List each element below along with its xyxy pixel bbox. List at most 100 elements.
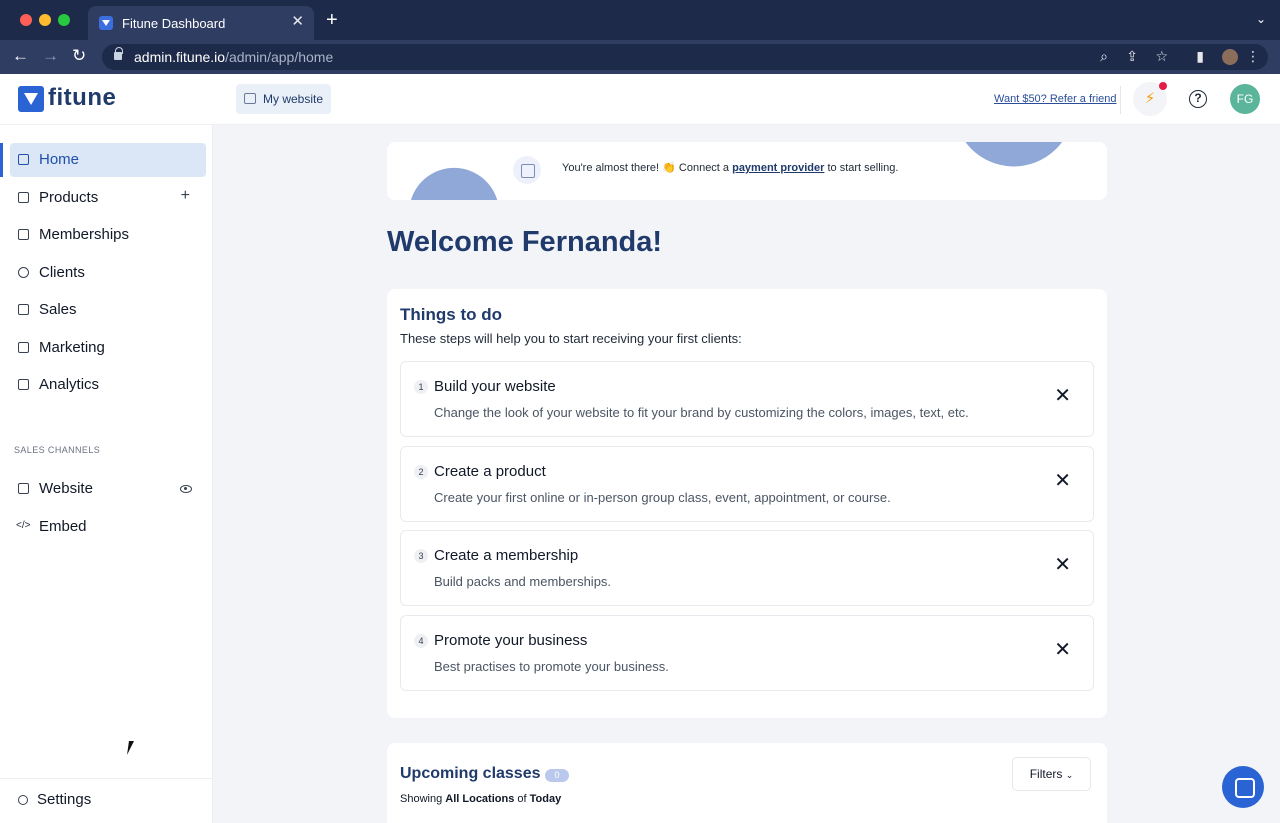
dismiss-step-close-icon[interactable]: ✕ [1054,640,1071,660]
sidebar-item-label: Home [39,151,80,168]
chat-support-icon[interactable] [1222,766,1264,808]
browser-tab[interactable]: Fitune Dashboard ✕ [88,6,314,40]
things-to-do-card: Things to do These steps will help you t… [387,289,1107,718]
sidebar-item-analytics[interactable]: Analytics [10,368,206,402]
my-website-button[interactable]: My website [236,84,332,114]
fitune-logo-icon[interactable] [18,86,44,112]
tab-title: Fitune Dashboard [122,16,226,31]
browser-profile-avatar[interactable] [1222,49,1238,65]
sidebar-item-label: Sales [39,301,77,318]
sidebar-item-label: Website [39,480,93,497]
new-tab-icon[interactable]: + [326,10,338,30]
tab-close-icon[interactable]: ✕ [291,13,304,31]
sales-channels-heading: SALES CHANNELS [14,445,101,455]
todo-step[interactable]: 3 Create a membership Build packs and me… [400,530,1094,606]
step-number: 3 [414,549,428,563]
address-bar[interactable]: admin.fitune.io/admin/app/home ⌕ ⇪ ☆ ▮ ⋮ [102,44,1268,70]
step-title: Create a product [434,463,546,480]
sidebar-item-embed[interactable]: </> Embed [10,510,206,544]
chevron-down-icon: ⌄ [1065,770,1074,780]
sidebar-item-label: Memberships [39,226,130,243]
sidebar-item-marketing[interactable]: Marketing [10,331,206,365]
step-description: Best practises to promote your business. [434,659,669,674]
help-button[interactable]: ? [1181,82,1215,116]
things-to-do-subtitle: These steps will help you to start recei… [400,331,742,346]
dismiss-step-close-icon[interactable]: ✕ [1054,471,1071,491]
lock-icon [114,47,123,60]
payment-provider-link[interactable]: payment provider [732,162,824,174]
sidebar-item-label: Analytics [39,376,100,393]
dismiss-step-close-icon[interactable]: ✕ [1054,386,1071,406]
sidebar-item-label: Embed [39,518,87,535]
upcoming-classes-card: Upcoming classes 0 Showing All Locations… [387,743,1107,823]
step-number: 2 [414,465,428,479]
payment-card-icon [513,156,541,184]
share-icon[interactable]: ⇪ [1126,48,1138,65]
browser-tabbar: Fitune Dashboard ✕ + ⌄ [0,0,1280,40]
step-description: Build packs and memberships. [434,574,612,589]
browser-menu-icon[interactable]: ⋮ [1246,48,1260,65]
step-description: Create your first online or in-person gr… [434,490,891,505]
bookmark-star-icon[interactable]: ☆ [1155,48,1168,65]
header-divider [1120,86,1121,114]
step-title: Create a membership [434,547,579,564]
filters-button[interactable]: Filters ⌄ [1012,757,1091,791]
browser-toolbar: ← → ↻ admin.fitune.io/admin/app/home ⌕ ⇪… [0,40,1280,74]
code-icon: </> [16,520,31,531]
active-nav-indicator [0,143,3,177]
step-number: 1 [414,380,428,394]
decorative-wave [403,162,501,200]
minimize-window-icon[interactable] [39,14,51,26]
dismiss-step-close-icon[interactable]: ✕ [1054,555,1071,575]
home-icon [18,154,29,165]
megaphone-icon [18,342,29,353]
todo-step[interactable]: 4 Promote your business Best practises t… [400,615,1094,691]
store-icon [18,483,29,494]
close-window-icon[interactable] [20,14,32,26]
membership-card-icon [18,229,29,240]
refer-friend-link[interactable]: Want $50? Refer a friend [994,93,1117,105]
eye-icon[interactable] [180,485,192,493]
payment-provider-banner: You're almost there! 👏 Connect a payment… [387,142,1107,200]
gear-icon [18,795,28,805]
store-icon [244,93,256,104]
sidebar-item-products[interactable]: Products + [10,181,206,215]
my-website-label: My website [263,92,324,106]
step-number: 4 [414,634,428,648]
back-arrow-icon[interactable]: ← [12,46,29,66]
logo-text[interactable]: fitune [48,84,116,112]
question-mark-icon: ? [1189,90,1207,108]
receipt-icon [18,304,29,315]
tab-list-chevron-icon[interactable]: ⌄ [1256,12,1266,26]
fitune-favicon-icon [99,16,113,30]
sidebar-item-memberships[interactable]: Memberships [10,218,206,252]
sidebar-item-label: Settings [37,791,92,808]
todo-step[interactable]: 1 Build your website Change the look of … [400,361,1094,437]
sidebar-item-clients[interactable]: Clients [10,256,206,290]
sidebar-item-settings[interactable]: Settings [8,785,204,815]
reload-icon[interactable]: ↻ [72,46,86,66]
step-title: Build your website [434,378,556,395]
maximize-window-icon[interactable] [58,14,70,26]
banner-text: You're almost there! 👏 Connect a payment… [562,162,899,174]
user-avatar[interactable]: FG [1230,84,1260,114]
upcoming-count-badge: 0 [545,769,569,782]
side-panel-icon[interactable]: ▮ [1196,48,1204,65]
page-title: Welcome Fernanda! [387,226,663,258]
add-product-plus-icon[interactable]: + [181,187,190,205]
sidebar-item-website[interactable]: Website [10,472,206,506]
zoom-search-icon[interactable]: ⌕ [1100,48,1108,65]
sidebar-item-label: Marketing [39,339,105,356]
upcoming-classes-title: Upcoming classes [400,765,541,782]
forward-arrow-icon[interactable]: → [42,46,59,66]
sidebar-divider [0,778,212,779]
url-text: admin.fitune.io/admin/app/home [134,49,334,65]
sidebar-item-label: Clients [39,264,85,281]
sidebar-item-sales[interactable]: Sales [10,293,206,327]
things-to-do-title: Things to do [400,305,502,324]
sidebar-item-label: Products [39,189,99,206]
todo-step[interactable]: 2 Create a product Create your first onl… [400,446,1094,522]
bar-chart-icon [18,379,29,390]
sidebar-item-home[interactable]: Home [10,143,206,177]
app-header: fitune My website Want $50? Refer a frie… [0,74,1280,125]
